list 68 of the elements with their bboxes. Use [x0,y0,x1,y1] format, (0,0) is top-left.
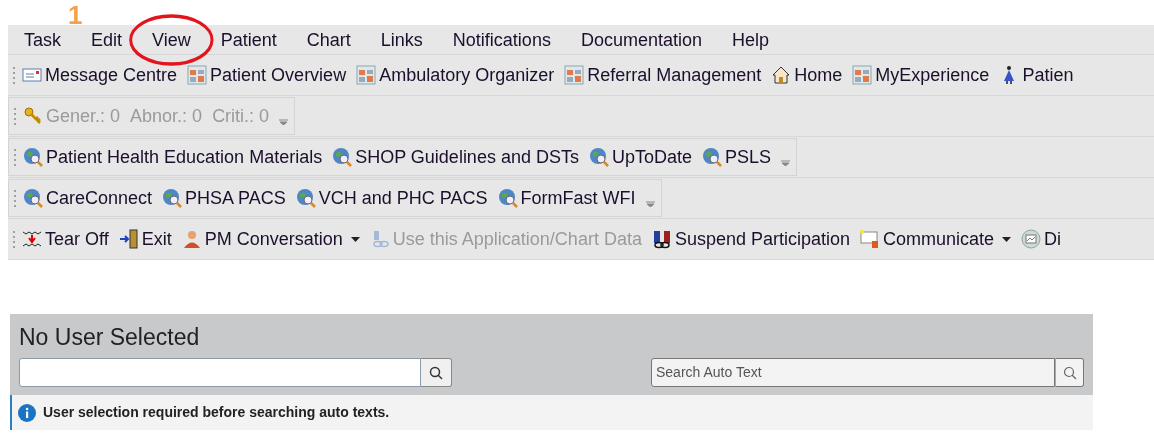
menu-item[interactable]: Patient [220,28,277,51]
toolbar-grip-icon[interactable] [13,147,17,167]
toolbar-button[interactable]: PHSA PACS [162,184,286,212]
exit-door-icon [118,229,139,249]
report-icon [356,65,377,85]
globe-search-icon [332,147,353,167]
toolbar-button[interactable]: Referral Management [564,61,762,89]
globe-search-icon [497,188,518,208]
monitor-icon [1021,229,1042,249]
report-icon [187,65,208,85]
search-button[interactable] [421,358,452,387]
letter-icon [860,229,881,249]
overflow-chevron-icon[interactable] [781,160,790,166]
menu-item[interactable]: Chart [306,28,351,51]
globe-search-icon [702,147,722,167]
toolbar-button[interactable]: Communicate [860,225,1012,253]
house-icon [771,65,792,85]
menu-item[interactable]: View [129,13,214,66]
auto-text-search-field[interactable]: Search Auto Text [651,358,1055,387]
menu-item[interactable]: Edit [91,28,123,51]
toolbar-button[interactable]: Di [1021,225,1062,253]
info-message: User selection required before searching auto texts. [43,403,390,422]
toolbar-button[interactable]: FormFast WFI [497,184,636,212]
toolbar-button[interactable]: Patien [999,61,1074,89]
toolbar-button[interactable]: VCH and PHC PACS [295,184,488,212]
globe-search-icon [588,147,609,167]
toolbar-grip-icon[interactable] [13,188,17,208]
toolbar-button[interactable]: SHOP Guidelines and DSTs [332,143,579,171]
panel-title: No User Selected [19,324,201,350]
globe-search-icon [162,188,183,208]
toolbar-button[interactable]: PSLS [702,143,771,171]
search-icon [429,365,443,380]
toolbar-grip-icon[interactable] [12,229,16,249]
toolbar-button[interactable]: PM Conversation [181,225,360,253]
menu-item[interactable]: Links [380,28,423,51]
toolbar-button[interactable]: Patient Health Education Materials [23,143,323,171]
tear-off-icon [22,229,42,249]
menu-item[interactable]: Help [731,28,769,51]
globe-search-icon [23,188,43,208]
toolbar-button[interactable]: Home [771,61,843,89]
caret-icon [350,236,360,242]
toolbar-button[interactable]: Ambulatory Organizer [356,61,555,89]
person-icon [181,229,202,249]
toolbar-button[interactable]: UpToDate [588,143,692,171]
toolbar-button[interactable]: Tear Off [22,225,109,253]
info-icon [18,403,36,422]
report-icon [852,65,873,85]
annotation-number: 1 [68,2,83,28]
toolbar-button[interactable]: CareConnect [23,184,153,212]
globe-search-icon [295,188,316,208]
report-icon [564,65,585,85]
toolbar-button[interactable]: Exit [118,225,172,253]
menu-item[interactable]: Task [24,28,61,51]
user-search-field[interactable] [19,358,421,387]
overflow-chevron-icon[interactable] [279,119,289,125]
menu-item[interactable]: Notifications [452,28,551,51]
envelope-icon [22,65,42,85]
caret-icon [1002,236,1012,242]
people-link-icon [651,229,672,249]
globe-search-icon [23,147,43,167]
toolbar-grip-icon[interactable] [12,65,16,85]
search-icon [1062,365,1077,380]
key-icon [23,106,43,126]
toolbar-button[interactable]: MyExperience [852,61,990,89]
overflow-chevron-icon[interactable] [645,201,655,207]
toolbar-button[interactable]: Suspend Participation [651,225,851,253]
menu-item[interactable]: Documentation [580,28,702,51]
toolbar-grip-icon[interactable] [13,106,17,126]
